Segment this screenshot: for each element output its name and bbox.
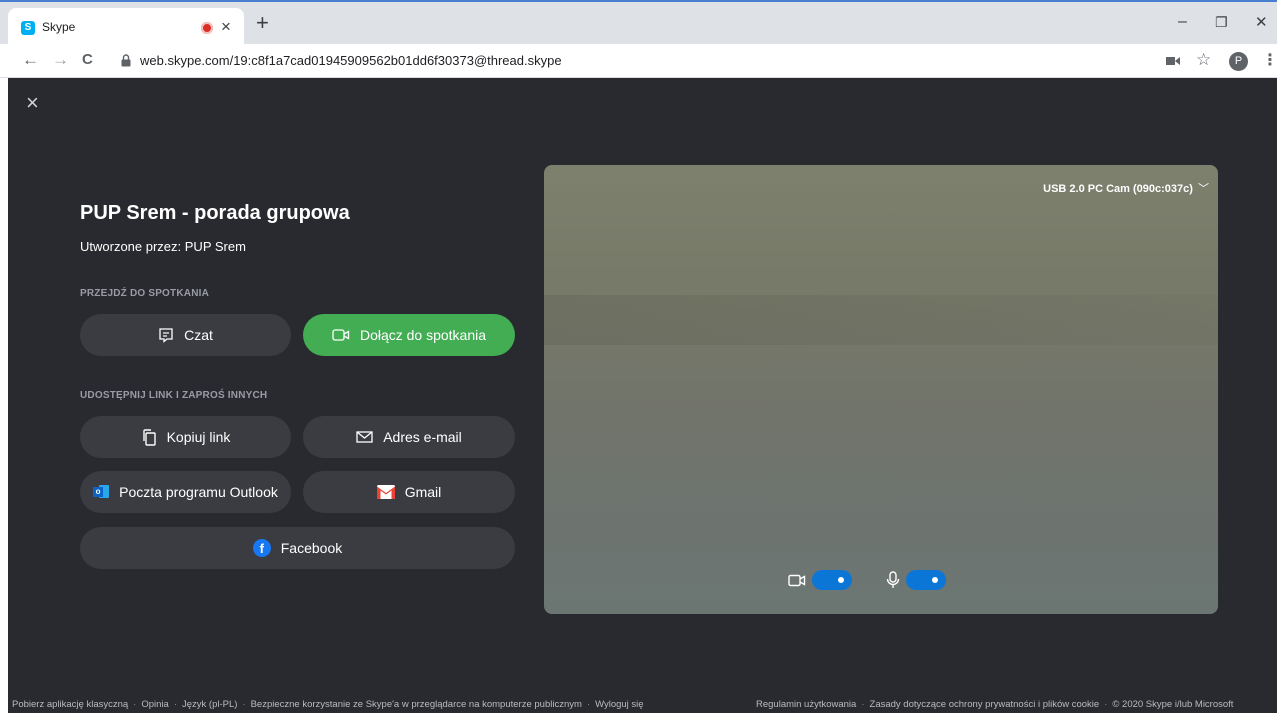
outlook-button[interactable]: o Poczta programu Outlook: [80, 471, 291, 513]
back-button[interactable]: ←: [22, 50, 39, 70]
footer-left-links: Pobierz aplikację klasyczną · Opinia · Język…: [12, 699, 644, 710]
bookmark-star-icon[interactable]: ☆: [1196, 50, 1211, 70]
microphone-icon: [886, 571, 900, 588]
public-computer-link[interactable]: Bezpieczne korzystanie ze Skype'a w prze…: [251, 699, 582, 710]
video-call-icon: [332, 329, 350, 341]
meeting-creator: Utworzone przez: PUP Srem: [80, 239, 246, 254]
close-icon[interactable]: ×: [26, 90, 39, 116]
browser-tab[interactable]: S Skype ×: [8, 8, 244, 46]
video-toggle-group: [788, 570, 852, 590]
chevron-down-icon: ﹀: [1198, 183, 1209, 195]
privacy-link[interactable]: Zasady dotyczące ochrony prywatności i p…: [870, 699, 1100, 710]
page-bottom-edge: [0, 713, 1277, 725]
email-button[interactable]: Adres e-mail: [303, 416, 515, 458]
browser-menu-icon[interactable]: ⋮: [1262, 50, 1277, 70]
camera-name: USB 2.0 PC Cam (090c:037c): [1043, 183, 1193, 195]
profile-avatar[interactable]: P: [1229, 52, 1248, 71]
email-button-label: Adres e-mail: [383, 429, 462, 445]
mic-toggle-group: [886, 570, 946, 590]
skype-favicon-icon: S: [21, 21, 35, 35]
copy-icon: [142, 428, 156, 446]
feedback-link[interactable]: Opinia: [141, 699, 168, 710]
new-tab-button[interactable]: +: [256, 12, 269, 34]
facebook-icon: f: [252, 539, 271, 557]
facebook-button[interactable]: f Facebook: [80, 527, 515, 569]
terms-link[interactable]: Regulamin użytkowania: [756, 699, 856, 710]
copy-link-button[interactable]: Kopiuj link: [80, 416, 291, 458]
camera-preview: USB 2.0 PC Cam (090c:037c) ﹀: [544, 165, 1218, 614]
chat-button-label: Czat: [184, 327, 213, 343]
meeting-title: PUP Srem - porada grupowa: [80, 202, 350, 224]
go-to-meeting-heading: PRZEJDŹ DO SPOTKANIA: [80, 288, 210, 299]
chat-icon: [159, 328, 173, 343]
browser-toolbar: ← → C web.skype.com/19:c8f1a7cad01945909…: [0, 44, 1277, 78]
footer-right-links: Regulamin użytkowania · Zasady dotyczące o…: [756, 699, 1234, 710]
outlook-icon: o: [93, 485, 110, 499]
reload-button[interactable]: C: [82, 51, 93, 68]
gmail-button[interactable]: Gmail: [303, 471, 515, 513]
join-meeting-button[interactable]: Dołącz do spotkania: [303, 314, 515, 356]
video-camera-icon: [788, 574, 806, 586]
skype-meeting-page: × PUP Srem - porada grupowa Utworzone pr…: [8, 78, 1277, 713]
page-left-edge: [0, 78, 8, 713]
minimize-window-button[interactable]: –: [1178, 13, 1187, 31]
email-icon: [356, 431, 373, 443]
tab-close-icon[interactable]: ×: [221, 17, 231, 37]
recording-indicator-icon: [201, 22, 213, 34]
copyright-text: © 2020 Skype i/lub Microsoft: [1112, 699, 1234, 710]
address-bar[interactable]: web.skype.com/19:c8f1a7cad01945909562b01…: [114, 49, 1214, 73]
camera-in-use-icon[interactable]: [1166, 56, 1180, 66]
gmail-icon: [376, 485, 395, 499]
outlook-button-label: Poczta programu Outlook: [119, 484, 278, 500]
browser-tab-strip: S Skype × + – ❐ ✕: [0, 0, 1277, 46]
video-toggle[interactable]: [812, 570, 852, 590]
tab-title: Skype: [42, 20, 76, 34]
facebook-button-label: Facebook: [280, 540, 343, 556]
close-window-button[interactable]: ✕: [1255, 13, 1268, 31]
share-link-heading: UDOSTĘPNIJ LINK I ZAPROŚ INNYCH: [80, 390, 268, 401]
restore-window-button[interactable]: ❐: [1215, 14, 1228, 31]
sign-out-link[interactable]: Wyloguj się: [595, 699, 644, 710]
copy-link-label: Kopiuj link: [166, 429, 231, 445]
gmail-button-label: Gmail: [404, 484, 442, 500]
chat-button[interactable]: Czat: [80, 314, 291, 356]
microphone-toggle[interactable]: [906, 570, 946, 590]
lock-icon: [121, 54, 131, 67]
footer: Pobierz aplikację klasyczną · Opinia · Język…: [8, 697, 1277, 713]
forward-button[interactable]: →: [52, 50, 69, 70]
download-desktop-link[interactable]: Pobierz aplikację klasyczną: [12, 699, 128, 710]
language-link[interactable]: Język (pl-PL): [182, 699, 237, 710]
camera-selector[interactable]: USB 2.0 PC Cam (090c:037c) ﹀: [1043, 180, 1209, 196]
join-meeting-label: Dołącz do spotkania: [359, 327, 487, 343]
url-text: web.skype.com/19:c8f1a7cad01945909562b01…: [140, 53, 562, 68]
